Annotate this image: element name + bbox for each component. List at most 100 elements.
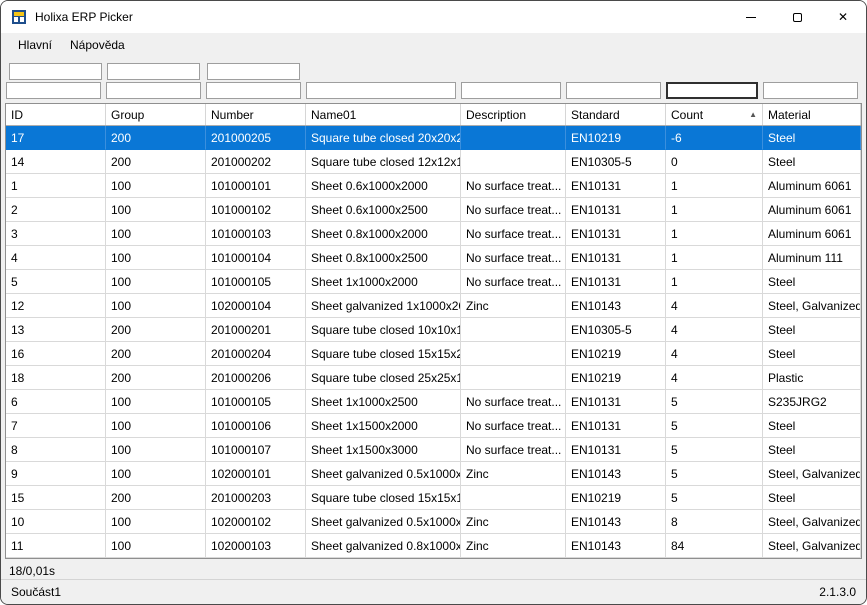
- title-bar[interactable]: Holixa ERP Picker ✕: [1, 1, 866, 33]
- filter-input-group[interactable]: [106, 82, 201, 99]
- cell-material: Steel: [763, 438, 861, 462]
- status-bar: Součást1 2.1.3.0: [1, 579, 866, 604]
- column-header-material[interactable]: Material: [763, 104, 861, 125]
- cell-number: 101000105: [206, 270, 306, 294]
- cell-group: 100: [106, 294, 206, 318]
- cell-count: 1: [666, 222, 763, 246]
- cell-standard: EN10143: [566, 462, 666, 486]
- table-row[interactable]: 6100101000105Sheet 1x1000x2500No surface…: [6, 390, 861, 414]
- cell-standard: EN10131: [566, 222, 666, 246]
- column-header-label: Count: [671, 108, 703, 122]
- table-row[interactable]: 14200201000202Square tube closed 12x12x1…: [6, 150, 861, 174]
- column-header-group[interactable]: Group: [106, 104, 206, 125]
- cell-id: 15: [6, 486, 106, 510]
- cell-id: 4: [6, 246, 106, 270]
- cell-name01: Sheet 0.6x1000x2500: [306, 198, 461, 222]
- filter-input-top-1[interactable]: [9, 63, 102, 80]
- cell-number: 102000104: [206, 294, 306, 318]
- table-row[interactable]: 7100101000106Sheet 1x1500x2000No surface…: [6, 414, 861, 438]
- cell-id: 1: [6, 174, 106, 198]
- table-row[interactable]: 16200201000204Square tube closed 15x15x2…: [6, 342, 861, 366]
- cell-group: 200: [106, 126, 206, 150]
- status-version: 2.1.3.0: [819, 585, 856, 599]
- cell-id: 13: [6, 318, 106, 342]
- cell-standard: EN10305-5: [566, 150, 666, 174]
- cell-count: 4: [666, 342, 763, 366]
- cell-material: Steel, Galvanized: [763, 294, 861, 318]
- filter-input-id[interactable]: [6, 82, 101, 99]
- cell-material: Steel: [763, 318, 861, 342]
- table-row[interactable]: 12100102000104Sheet galvanized 1x1000x20…: [6, 294, 861, 318]
- cell-id: 2: [6, 198, 106, 222]
- table-row[interactable]: 18200201000206Square tube closed 25x25x1…: [6, 366, 861, 390]
- column-header-count[interactable]: Count▲: [666, 104, 763, 125]
- table-row[interactable]: 3100101000103Sheet 0.8x1000x2000No surfa…: [6, 222, 861, 246]
- filter-input-top-3[interactable]: [207, 63, 300, 80]
- table-row[interactable]: 8100101000107Sheet 1x1500x3000No surface…: [6, 438, 861, 462]
- cell-description: Zinc: [461, 534, 566, 558]
- cell-number: 101000102: [206, 198, 306, 222]
- cell-count: 5: [666, 462, 763, 486]
- cell-standard: EN10131: [566, 438, 666, 462]
- cell-description: Zinc: [461, 462, 566, 486]
- cell-standard: EN10143: [566, 294, 666, 318]
- table-row[interactable]: 4100101000104Sheet 0.8x1000x2500No surfa…: [6, 246, 861, 270]
- cell-id: 11: [6, 534, 106, 558]
- filter-input-number[interactable]: [206, 82, 301, 99]
- menu-item-napoveda[interactable]: Nápověda: [61, 35, 134, 55]
- cell-name01: Sheet 0.8x1000x2000: [306, 222, 461, 246]
- cell-count: 1: [666, 246, 763, 270]
- filter-input-top-2[interactable]: [107, 63, 200, 80]
- filter-input-count[interactable]: [666, 82, 758, 99]
- maximize-button[interactable]: [774, 1, 820, 33]
- minimize-button[interactable]: [728, 1, 774, 33]
- table-row[interactable]: 9100102000101Sheet galvanized 0.5x1000x.…: [6, 462, 861, 486]
- cell-group: 200: [106, 318, 206, 342]
- cell-name01: Square tube closed 25x25x1.5: [306, 366, 461, 390]
- filter-area: [1, 57, 866, 103]
- cell-number: 102000101: [206, 462, 306, 486]
- column-header-standard[interactable]: Standard: [566, 104, 666, 125]
- window-title: Holixa ERP Picker: [35, 10, 133, 24]
- cell-number: 101000106: [206, 414, 306, 438]
- cell-number: 201000201: [206, 318, 306, 342]
- table-row[interactable]: 2100101000102Sheet 0.6x1000x2500No surfa…: [6, 198, 861, 222]
- cell-number: 101000103: [206, 222, 306, 246]
- window-controls: ✕: [728, 1, 866, 33]
- cell-id: 12: [6, 294, 106, 318]
- table-row[interactable]: 1100101000101Sheet 0.6x1000x2000No surfa…: [6, 174, 861, 198]
- filter-input-description[interactable]: [461, 82, 561, 99]
- cell-id: 9: [6, 462, 106, 486]
- column-header-id[interactable]: ID: [6, 104, 106, 125]
- table-row[interactable]: 15200201000203Square tube closed 15x15x1…: [6, 486, 861, 510]
- cell-group: 100: [106, 246, 206, 270]
- filter-input-standard[interactable]: [566, 82, 661, 99]
- cell-material: Steel: [763, 126, 861, 150]
- cell-name01: Square tube closed 10x10x1: [306, 318, 461, 342]
- cell-number: 102000102: [206, 510, 306, 534]
- cell-description: No surface treat...: [461, 438, 566, 462]
- column-header-number[interactable]: Number: [206, 104, 306, 125]
- cell-material: Steel: [763, 150, 861, 174]
- column-header-description[interactable]: Description: [461, 104, 566, 125]
- column-header-label: ID: [11, 108, 23, 122]
- filter-input-name01[interactable]: [306, 82, 456, 99]
- cell-description: [461, 150, 566, 174]
- maximize-icon: [793, 13, 802, 22]
- table-row[interactable]: 11100102000103Sheet galvanized 0.8x1000x…: [6, 534, 861, 558]
- menu-item-hlavni[interactable]: Hlavní: [9, 35, 61, 55]
- cell-name01: Square tube closed 15x15x1.5: [306, 486, 461, 510]
- cell-group: 100: [106, 222, 206, 246]
- cell-name01: Sheet 0.8x1000x2500: [306, 246, 461, 270]
- table-row[interactable]: 5100101000105Sheet 1x1000x2000No surface…: [6, 270, 861, 294]
- close-button[interactable]: ✕: [820, 1, 866, 33]
- cell-number: 102000103: [206, 534, 306, 558]
- cell-group: 100: [106, 174, 206, 198]
- filter-input-material[interactable]: [763, 82, 858, 99]
- cell-name01: Sheet 1x1000x2500: [306, 390, 461, 414]
- cell-material: Plastic: [763, 366, 861, 390]
- table-row[interactable]: 17200201000205Square tube closed 20x20x2…: [6, 126, 861, 150]
- column-header-name01[interactable]: Name01: [306, 104, 461, 125]
- table-row[interactable]: 10100102000102Sheet galvanized 0.5x1000x…: [6, 510, 861, 534]
- table-row[interactable]: 13200201000201Square tube closed 10x10x1…: [6, 318, 861, 342]
